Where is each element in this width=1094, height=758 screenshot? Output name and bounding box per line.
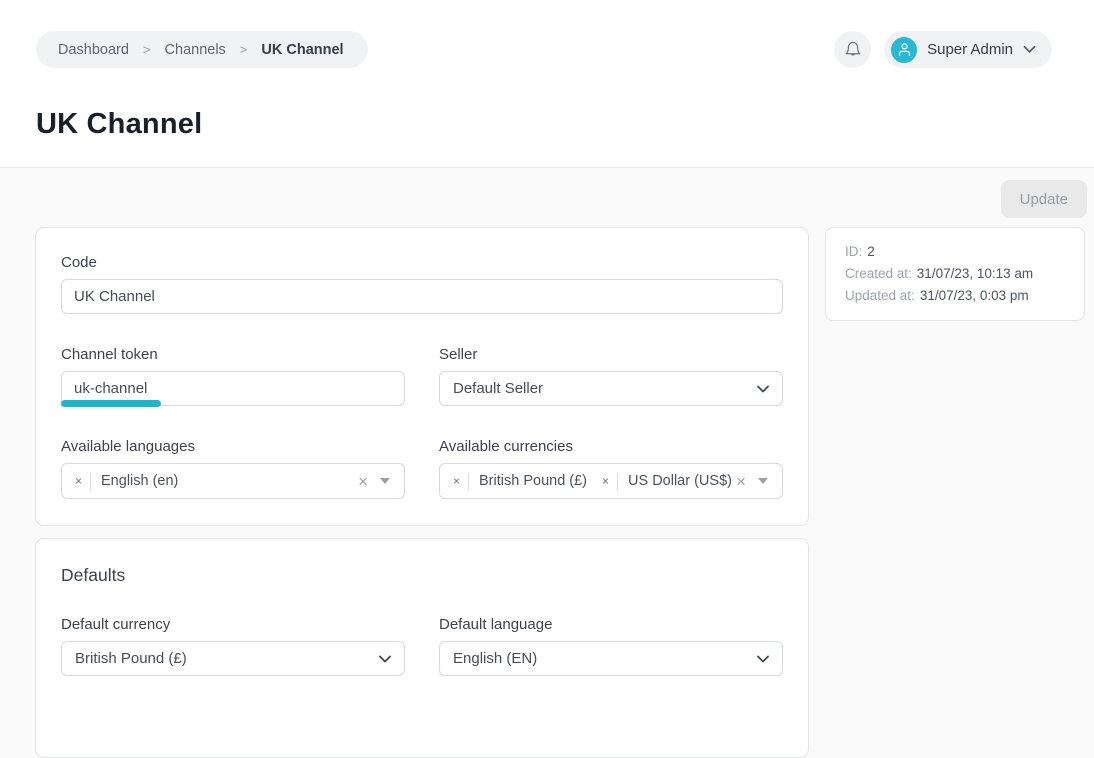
default-currency-value: British Pound (£) [75,650,187,667]
breadcrumb: Dashboard > Channels > UK Channel [36,31,368,68]
avatar [891,37,917,63]
select-chevron-icon [757,655,769,663]
dropdown-caret-icon [380,478,390,484]
defaults-card: Defaults Default currency British Pound … [35,538,809,758]
topbar-right: Super Admin [834,31,1052,68]
info-row-id: ID: 2 [845,241,1065,263]
token-highlight-bar [61,400,161,407]
notifications-button[interactable] [834,31,871,68]
default-currency-label: Default currency [61,616,405,633]
chip-remove-icon[interactable]: × [602,475,617,487]
chevron-down-icon [1023,45,1036,54]
currency-chip: × British Pound (£) [453,473,587,490]
select-chevron-icon [757,385,769,393]
defaults-title: Defaults [61,565,783,586]
page-title: UK Channel [36,108,1052,141]
languages-multiselect[interactable]: × English (en) × [61,463,405,499]
currency-chip: × US Dollar (US$) [602,473,732,490]
clear-all-icon[interactable]: × [358,473,368,490]
clear-all-icon[interactable]: × [736,473,746,490]
user-icon [897,42,912,57]
breadcrumb-separator-icon: > [143,42,151,57]
default-currency-select[interactable]: British Pound (£) [61,641,405,676]
language-chip: × English (en) [75,473,178,490]
default-language-label: Default language [439,616,783,633]
currencies-multiselect[interactable]: × British Pound (£) × US Dollar (US$) [439,463,783,499]
chip-label: British Pound (£) [469,473,587,489]
code-label: Code [61,254,783,271]
dropdown-caret-icon [758,478,768,484]
code-input[interactable] [61,279,783,314]
breadcrumb-item-channels[interactable]: Channels [165,42,226,58]
user-name: Super Admin [927,41,1013,58]
topbar: Dashboard > Channels > UK Channel [36,31,1052,68]
info-card: ID: 2 Created at: 31/07/23, 10:13 am Upd… [825,227,1085,321]
channel-card: Code Channel token Seller Defa [35,227,809,526]
info-label: ID: [845,241,862,263]
breadcrumb-separator-icon: > [240,42,248,57]
channel-token-label: Channel token [61,346,405,363]
top-header: Dashboard > Channels > UK Channel [0,0,1094,168]
breadcrumb-item-current: UK Channel [261,42,343,58]
update-button[interactable]: Update [1001,180,1087,218]
info-label: Updated at: [845,285,915,307]
actions-row: Update [0,168,1094,218]
info-row-updated: Updated at: 31/07/23, 0:03 pm [845,285,1065,307]
user-menu[interactable]: Super Admin [884,31,1052,68]
info-value: 2 [867,241,875,263]
seller-select-value: Default Seller [453,380,543,397]
chip-label: US Dollar (US$) [618,473,732,489]
info-label: Created at: [845,263,912,285]
bell-icon [844,41,862,59]
breadcrumb-item-dashboard[interactable]: Dashboard [58,42,129,58]
seller-label: Seller [439,346,783,363]
chip-label: English (en) [91,473,178,489]
available-currencies-label: Available currencies [439,438,783,455]
default-language-select[interactable]: English (EN) [439,641,783,676]
main-content: Update Code Channel token [0,168,1094,758]
seller-select[interactable]: Default Seller [439,371,783,406]
select-chevron-icon [379,655,391,663]
info-value: 31/07/23, 0:03 pm [920,285,1029,307]
chip-remove-icon[interactable]: × [453,475,468,487]
chip-remove-icon[interactable]: × [75,475,90,487]
info-row-created: Created at: 31/07/23, 10:13 am [845,263,1065,285]
available-languages-label: Available languages [61,438,405,455]
default-language-value: English (EN) [453,650,537,667]
info-value: 31/07/23, 10:13 am [917,263,1033,285]
